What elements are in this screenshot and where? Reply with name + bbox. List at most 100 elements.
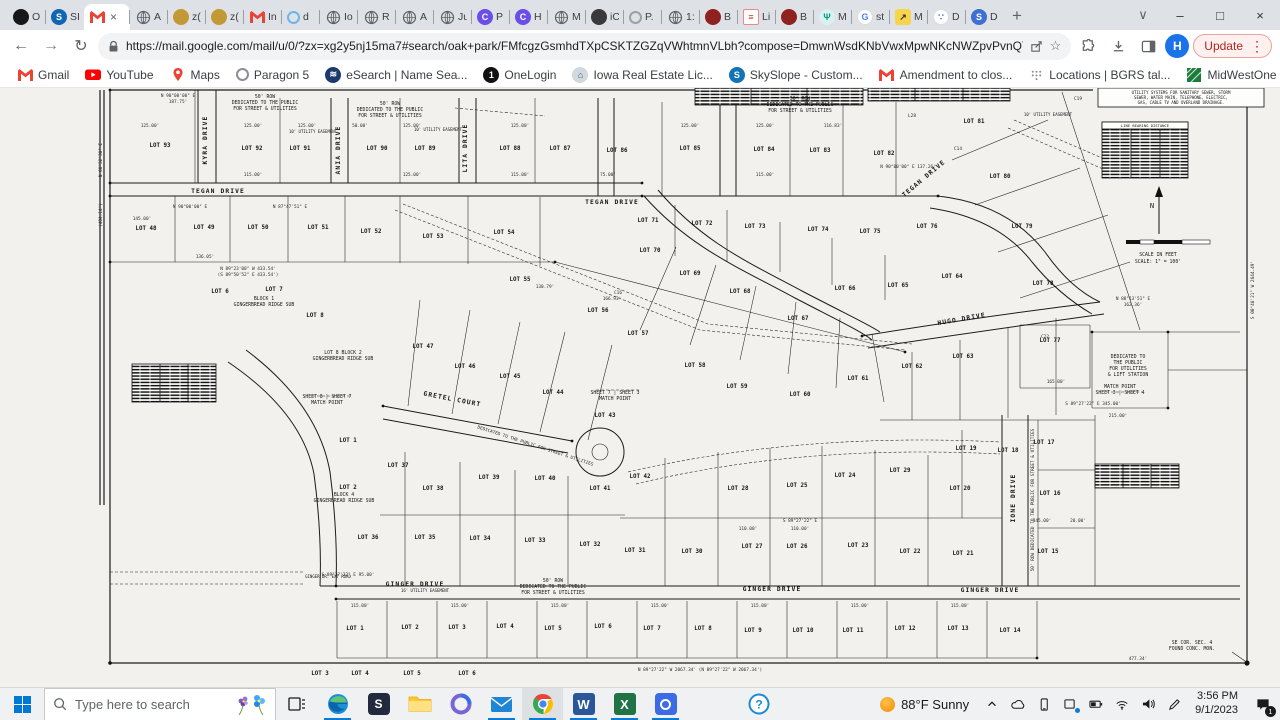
address-bar[interactable]: https://mail.google.com/mail/u/0/?zx=xg2…	[98, 33, 1071, 60]
lot-label: LOT 81	[964, 119, 985, 125]
share-icon[interactable]	[1030, 40, 1043, 53]
action-center-icon[interactable]: 1	[1246, 688, 1280, 720]
minimize-button[interactable]: –	[1160, 8, 1200, 23]
note-label: BLOCK 4	[334, 492, 354, 498]
tab[interactable]: O	[8, 4, 46, 30]
taskbar-app-get-help[interactable]: ?	[738, 688, 779, 720]
bookmark-item[interactable]: ≋eSearch | Name Sea...	[318, 65, 474, 85]
dimension-label: 110.00'	[739, 526, 758, 532]
tab[interactable]: P.	[624, 4, 662, 30]
taskbar-app-word[interactable]: W	[563, 688, 604, 720]
tab[interactable]: CP	[472, 4, 510, 30]
pen-icon[interactable]	[1161, 688, 1187, 720]
tab[interactable]: CH	[510, 4, 548, 30]
url-text[interactable]: https://mail.google.com/mail/u/0/?zx=xg2…	[126, 39, 1023, 53]
tab[interactable]: In	[244, 4, 282, 30]
bookmark-item[interactable]: SSkySlope - Custom...	[722, 65, 870, 85]
tab[interactable]: ↗M	[890, 4, 928, 30]
bookmark-item[interactable]: Gmail	[10, 65, 76, 85]
street-label: LITA DRIVE	[462, 124, 469, 173]
lot-label: LOT 56	[588, 308, 609, 314]
bookmark-item[interactable]: Locations | BGRS tal...	[1021, 65, 1177, 85]
tab[interactable]: Io	[320, 4, 358, 30]
taskbar-app-office[interactable]	[440, 688, 481, 720]
back-button[interactable]: ←	[8, 33, 34, 59]
bookmark-item[interactable]: ⌂Iowa Real Estate Lic...	[565, 65, 719, 85]
maximize-button[interactable]: □	[1200, 8, 1240, 23]
tab[interactable]: ∵D	[928, 4, 966, 30]
tab[interactable]: Ju	[434, 4, 472, 30]
bookmark-item[interactable]: MidWestOne	[1179, 65, 1280, 85]
lot-label: LOT 34	[470, 536, 491, 542]
dimension-label: 125.00'	[244, 123, 263, 129]
profile-avatar[interactable]: H	[1165, 34, 1189, 58]
bookmark-item[interactable]: 1OneLogin	[476, 65, 563, 85]
tab-active[interactable]: ×	[84, 4, 130, 30]
bookmark-label: Gmail	[38, 68, 69, 82]
new-tab-button[interactable]: +	[1004, 3, 1030, 29]
bookmark-item[interactable]: Maps	[163, 65, 227, 85]
tab[interactable]: B	[700, 4, 738, 30]
tab[interactable]: A	[396, 4, 434, 30]
taskbar-app-file-explorer[interactable]	[399, 688, 440, 720]
download-icon[interactable]	[1105, 33, 1131, 59]
taskbar-clock[interactable]: 3:56 PM 9/1/2023	[1187, 690, 1246, 718]
tab[interactable]: z(	[206, 4, 244, 30]
lot-label: LOT 7	[643, 626, 661, 632]
side-panel-icon[interactable]	[1135, 33, 1161, 59]
tab-search-icon[interactable]: ∨	[1126, 7, 1160, 23]
note-label: DEDICATED TO THE PUBLIC	[357, 107, 424, 113]
close-button[interactable]: ×	[1240, 8, 1280, 23]
update-button[interactable]: Update ⋮	[1193, 34, 1272, 58]
your-phone-icon[interactable]	[1031, 688, 1057, 720]
street-label: IONE DRIVE	[1010, 474, 1017, 523]
tab[interactable]: R	[358, 4, 396, 30]
lot-label: LOT 62	[902, 364, 923, 370]
globe-icon	[667, 9, 683, 25]
tab[interactable]: ≡Li	[738, 4, 776, 30]
forward-button[interactable]: →	[38, 33, 64, 59]
tab[interactable]: M	[548, 4, 586, 30]
taskbar-app-app-s[interactable]: S	[358, 688, 399, 720]
search-input[interactable]: Type here to search	[44, 688, 276, 720]
bookmark-item[interactable]: Amendment to clos...	[872, 65, 1020, 85]
tab[interactable]: d	[282, 4, 320, 30]
taskbar-app-excel[interactable]: X	[604, 688, 645, 720]
start-button[interactable]	[0, 688, 44, 720]
clock-date: 9/1/2023	[1195, 704, 1238, 718]
browser-menu-icon[interactable]: ⋮	[1247, 38, 1267, 55]
lot-label: LOT 51	[308, 225, 329, 231]
bookmark-item[interactable]: YouTube	[78, 65, 160, 85]
street-label: GINGER DRIVE	[386, 581, 445, 588]
tab[interactable]: B	[776, 4, 814, 30]
tab[interactable]: 1:	[662, 4, 700, 30]
taskbar-app-edge[interactable]	[317, 688, 358, 720]
tab[interactable]: z(	[168, 4, 206, 30]
tray-chevron-icon[interactable]	[979, 688, 1005, 720]
extensions-icon[interactable]	[1075, 33, 1101, 59]
battery-icon[interactable]	[1083, 688, 1109, 720]
onedrive-icon[interactable]	[1005, 688, 1031, 720]
taskbar-app-task-view[interactable]	[276, 688, 317, 720]
taskbar-app-chrome[interactable]	[522, 688, 563, 720]
tab-close-icon[interactable]: ×	[110, 10, 117, 24]
taskbar-app-chime[interactable]	[645, 688, 686, 720]
tab[interactable]: A	[130, 4, 168, 30]
volume-icon[interactable]	[1135, 688, 1161, 720]
note-label: BLOCK 1	[254, 296, 274, 302]
reload-button[interactable]: ↻	[68, 33, 94, 59]
tab[interactable]: SSI	[46, 4, 84, 30]
lot-label: LOT 15	[1038, 549, 1059, 555]
tab[interactable]: SD	[966, 4, 1004, 30]
wifi-icon[interactable]	[1109, 688, 1135, 720]
bookmark-star-icon[interactable]: ☆	[1050, 38, 1062, 54]
lot-label: LOT 53	[423, 234, 444, 240]
tab[interactable]: Gst	[852, 4, 890, 30]
app-window-icon[interactable]	[1057, 688, 1083, 720]
bookmark-item[interactable]: Paragon 5	[229, 66, 316, 84]
tab[interactable]: ΨM	[814, 4, 852, 30]
tab[interactable]: iC	[586, 4, 624, 30]
note-label: THE PUBLIC	[1114, 360, 1143, 366]
weather-widget[interactable]: 88°F Sunny	[870, 697, 979, 712]
taskbar-app-mail[interactable]	[481, 688, 522, 720]
